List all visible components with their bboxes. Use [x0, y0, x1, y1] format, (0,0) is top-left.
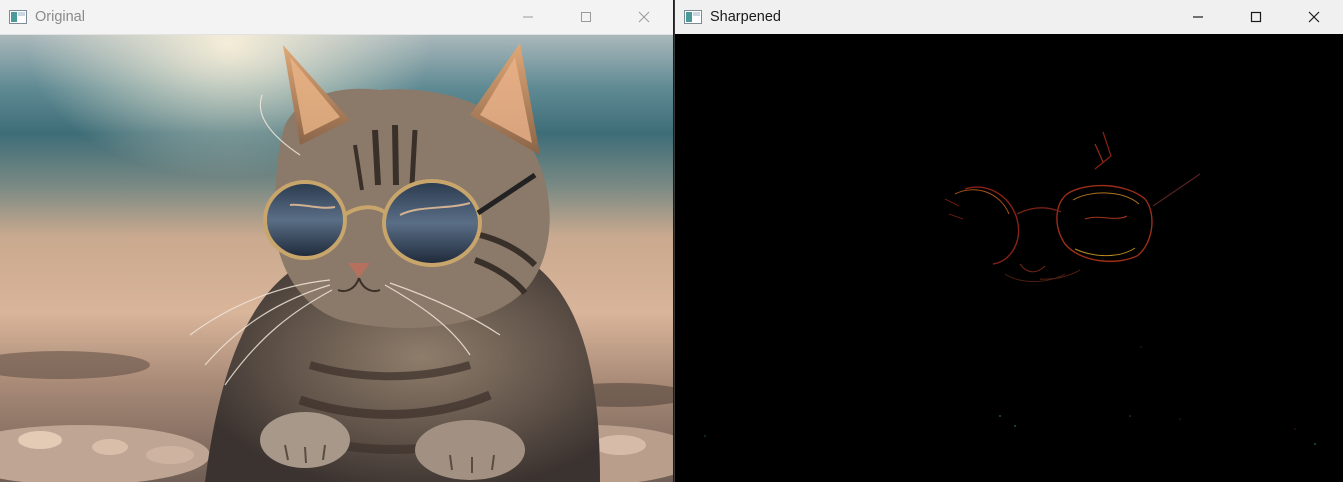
original-window: Original	[0, 0, 673, 482]
window-controls	[499, 0, 673, 34]
cat-photo	[0, 35, 673, 482]
close-icon	[1308, 11, 1320, 23]
window-controls	[1169, 0, 1343, 34]
close-button[interactable]	[1285, 0, 1343, 34]
sharpened-window: Sharpened	[674, 0, 1343, 482]
original-titlebar[interactable]: Original	[0, 0, 673, 35]
minimize-icon	[1193, 16, 1203, 18]
minimize-button[interactable]	[1169, 0, 1227, 34]
minimize-icon	[523, 16, 533, 18]
maximize-icon	[1250, 11, 1262, 23]
window-title: Sharpened	[710, 9, 781, 25]
original-image-area	[0, 35, 673, 482]
minimize-button[interactable]	[499, 0, 557, 34]
app-window-icon	[9, 10, 27, 24]
maximize-button[interactable]	[1227, 0, 1285, 34]
sharpened-titlebar[interactable]: Sharpened	[675, 0, 1343, 34]
maximize-button[interactable]	[557, 0, 615, 34]
sharpened-edge-image	[675, 34, 1343, 482]
close-icon	[638, 11, 650, 23]
window-title: Original	[35, 9, 85, 25]
app-window-icon	[684, 10, 702, 24]
sharpened-image-area	[675, 34, 1343, 482]
maximize-icon	[581, 12, 591, 22]
close-button[interactable]	[615, 0, 673, 34]
